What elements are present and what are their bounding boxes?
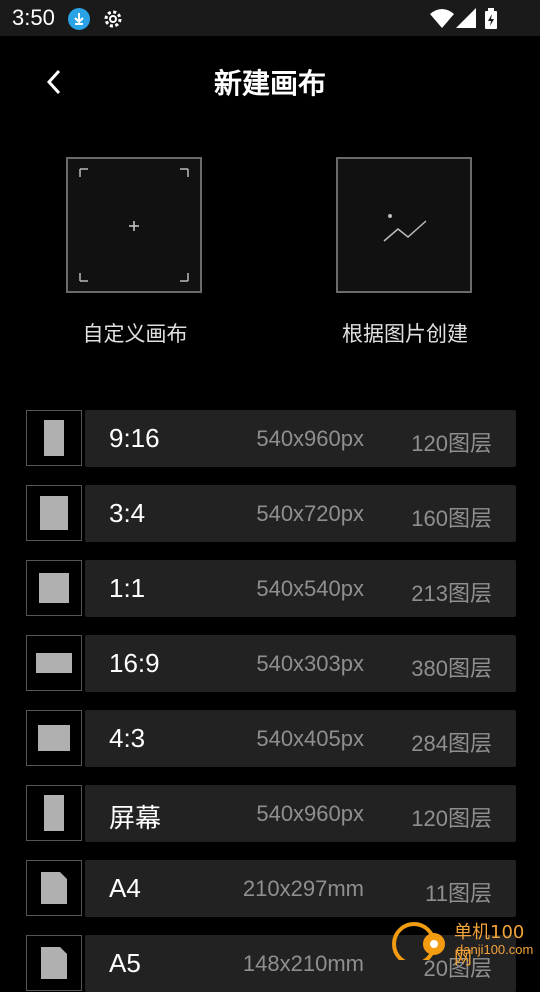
preset-row[interactable]: 16:9 540x303px 380图层: [26, 635, 516, 692]
preset-thumbnail: [26, 485, 82, 541]
preset-ratio: 1:1: [109, 573, 146, 603]
page-title: 新建画布: [213, 67, 326, 100]
status-time: 3:50: [12, 5, 55, 30]
preset-card[interactable]: A4 210x297mm 11图层: [85, 860, 516, 917]
preset-card[interactable]: 9:16 540x960px 120图层: [85, 410, 516, 467]
preset-ratio: 4:3: [109, 723, 146, 753]
preset-size: 540x960px: [256, 801, 364, 826]
aspect-ratio-shape-icon: [40, 496, 68, 530]
custom-canvas-button[interactable]: [66, 157, 202, 293]
preset-layer-count: 380图层: [411, 656, 492, 681]
preset-thumbnail: [26, 935, 82, 991]
preset-size: 210x297mm: [242, 876, 364, 901]
preset-layer-count: 120图层: [411, 431, 492, 456]
preset-ratio: A5: [109, 948, 141, 978]
preset-row[interactable]: A4 210x297mm 11图层: [26, 860, 516, 917]
battery-charging-icon: [484, 8, 498, 34]
preset-layer-count: 11图层: [425, 881, 492, 906]
preset-thumbnail: [26, 710, 82, 766]
preset-layer-count: 284图层: [411, 731, 492, 756]
top-bar: 新建画布: [0, 36, 540, 126]
aspect-ratio-shape-icon: [44, 420, 64, 456]
watermark-url: danji100.com: [456, 942, 534, 957]
preset-layer-count: 120图层: [411, 806, 492, 831]
preset-size: 540x720px: [256, 501, 364, 526]
preset-card[interactable]: 3:4 540x720px 160图层: [85, 485, 516, 542]
from-image-button[interactable]: [336, 157, 472, 293]
aspect-ratio-shape-icon: [36, 653, 72, 673]
watermark-logo: 单机100网 danji100.com: [388, 914, 540, 969]
image-chart-icon: [383, 214, 427, 242]
custom-canvas-icon: [79, 168, 189, 282]
preset-row[interactable]: 屏幕 540x960px 120图层: [26, 785, 516, 842]
preset-ratio: 9:16: [109, 423, 160, 453]
preset-card[interactable]: 1:1 540x540px 213图层: [85, 560, 516, 617]
from-image-label: 根据图片创建: [342, 322, 468, 346]
document-page-icon: [41, 872, 67, 904]
preset-ratio: 3:4: [109, 498, 146, 528]
custom-canvas-label: 自定义画布: [82, 322, 188, 346]
preset-card[interactable]: 4:3 540x405px 284图层: [85, 710, 516, 767]
document-page-icon: [41, 947, 67, 979]
aspect-ratio-shape-icon: [39, 573, 69, 603]
preset-thumbnail: [26, 560, 82, 616]
preset-size: 540x960px: [256, 426, 364, 451]
preset-card[interactable]: 16:9 540x303px 380图层: [85, 635, 516, 692]
preset-thumbnail: [26, 785, 82, 841]
preset-row[interactable]: 9:16 540x960px 120图层: [26, 410, 516, 467]
preset-layer-count: 160图层: [411, 506, 492, 531]
preset-ratio: 16:9: [109, 648, 160, 678]
preset-ratio: 屏幕: [109, 803, 162, 833]
preset-thumbnail: [26, 635, 82, 691]
aspect-ratio-shape-icon: [44, 795, 64, 831]
preset-row[interactable]: 3:4 540x720px 160图层: [26, 485, 516, 542]
preset-thumbnail: [26, 860, 82, 916]
download-icon: [68, 8, 90, 34]
preset-size: 148x210mm: [242, 951, 364, 976]
preset-row[interactable]: 1:1 540x540px 213图层: [26, 560, 516, 617]
preset-size: 540x303px: [256, 651, 364, 676]
preset-row[interactable]: 4:3 540x405px 284图层: [26, 710, 516, 767]
preset-ratio: A4: [109, 873, 141, 903]
preset-size: 540x405px: [256, 726, 364, 751]
status-bar: 3:50: [0, 0, 540, 36]
preset-thumbnail: [26, 410, 82, 466]
preset-card[interactable]: 屏幕 540x960px 120图层: [85, 785, 516, 842]
preset-size: 540x540px: [256, 576, 364, 601]
signal-icon: [456, 8, 476, 32]
preset-layer-count: 213图层: [411, 581, 492, 606]
settings-gear-icon: [102, 8, 124, 34]
wifi-icon: [430, 8, 454, 32]
aspect-ratio-shape-icon: [38, 725, 70, 751]
